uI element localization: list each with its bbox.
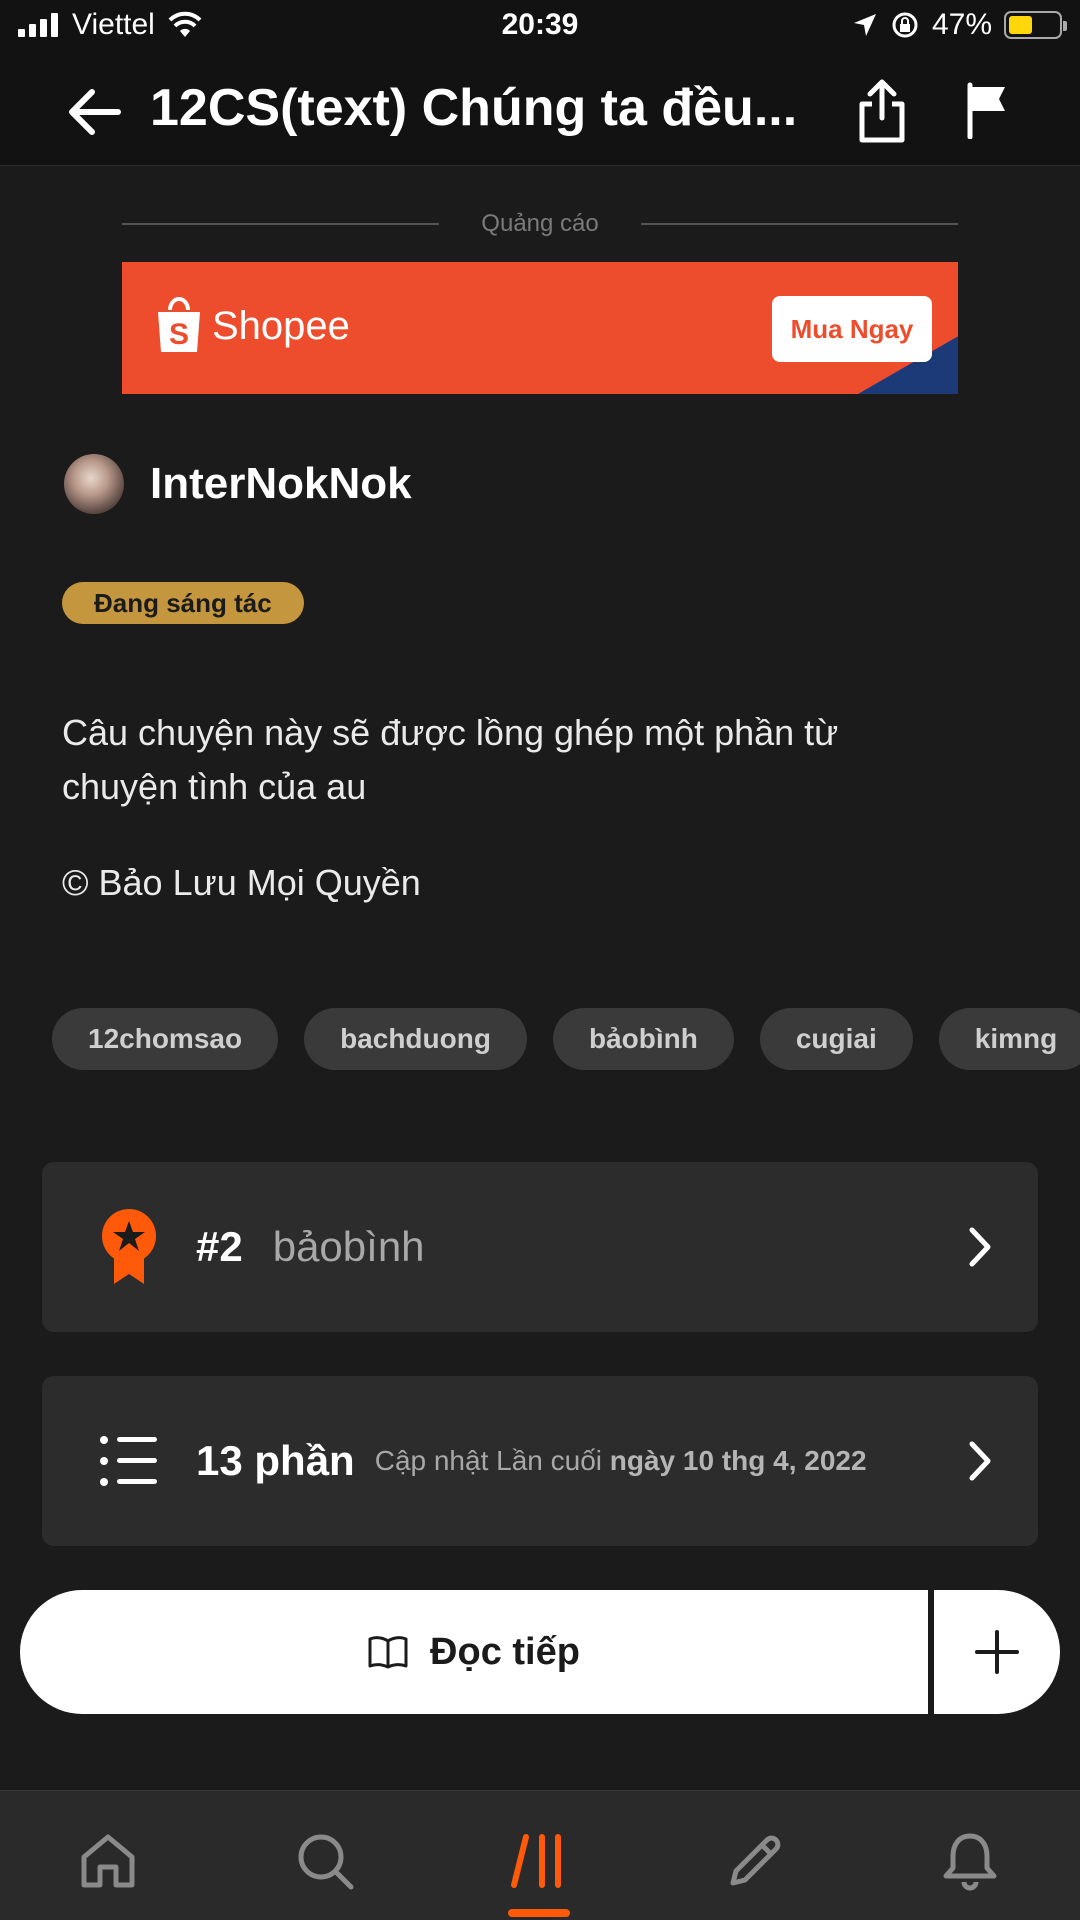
copyright-text: © Bảo Lưu Mọi Quyền: [62, 862, 421, 903]
rotation-lock-icon: [892, 12, 918, 38]
divider: [122, 223, 440, 225]
nav-library[interactable]: [500, 1821, 580, 1901]
tag-chip[interactable]: kimng: [938, 1008, 1080, 1070]
ad-banner[interactable]: S Shopee Mua Ngay: [122, 262, 958, 394]
tag-chip[interactable]: bảobình: [552, 1008, 734, 1070]
parts-count: 13 phần: [196, 1437, 355, 1484]
arrow-left-icon: [69, 89, 121, 135]
ad-label-row: Quảng cáo: [122, 206, 959, 242]
tag-chip[interactable]: cugiai: [759, 1008, 913, 1070]
tag-chip[interactable]: bachduong: [304, 1008, 527, 1070]
bottom-nav: [0, 1790, 1080, 1920]
battery-icon: [1004, 11, 1067, 39]
write-icon: [730, 1835, 781, 1886]
nav-home[interactable]: [68, 1821, 148, 1901]
svg-text:S: S: [169, 318, 189, 351]
ad-cta-button[interactable]: Mua Ngay: [772, 296, 932, 362]
battery-percent: 47%: [931, 8, 992, 41]
chevron-right-icon: [969, 1441, 991, 1481]
home-icon: [81, 1834, 135, 1888]
share-button[interactable]: [852, 76, 912, 146]
card-icon: [94, 1208, 164, 1286]
shopee-bag-icon: S: [158, 297, 200, 352]
last-updated-label: Cập nhật Lần cuối: [374, 1445, 602, 1476]
continue-reading-button[interactable]: Đọc tiếp: [20, 1590, 928, 1714]
story-description: Câu chuyện này sẽ được lồng ghép một phầ…: [62, 712, 839, 807]
location-icon: [853, 14, 876, 36]
parts-card[interactable]: 13 phần Cập nhật Lần cuối ngày 10 thg 4,…: [42, 1376, 1038, 1546]
ranking-card[interactable]: #2 bảobình: [42, 1162, 1038, 1332]
ad-brand: Shopee: [212, 304, 350, 348]
nav-notifications[interactable]: [930, 1821, 1010, 1901]
author-row[interactable]: InterNokNok: [64, 454, 412, 514]
rank-number: #2: [196, 1223, 243, 1270]
share-icon: [859, 79, 905, 143]
active-tab-indicator: [508, 1909, 570, 1917]
nav-write[interactable]: [715, 1821, 795, 1901]
ad-label: Quảng cáo: [481, 210, 599, 237]
story-title: 12CS(text) Chúng ta đều...: [150, 79, 798, 137]
add-to-library-button[interactable]: [934, 1590, 1060, 1714]
tag-chip[interactable]: 12chomsao: [52, 1008, 279, 1070]
battery-fill: [1009, 16, 1032, 34]
status-bar-right: 47%: [852, 8, 1067, 42]
library-icon: [511, 1834, 561, 1888]
status-badge: Đang sáng tác: [62, 582, 304, 624]
notifications-icon: [943, 1833, 997, 1891]
author-name[interactable]: InterNokNok: [150, 459, 412, 509]
tag-list: 12chomsao bachduong bảobình cugiai kimng: [52, 1008, 1080, 1070]
chevron-right-icon: [969, 1227, 991, 1267]
back-button[interactable]: [62, 80, 126, 144]
card-icon: [94, 1434, 164, 1488]
divider: [640, 223, 959, 225]
last-updated-date: ngày 10 thg 4, 2022: [609, 1445, 867, 1476]
title-bar: 12CS(text) Chúng ta đều...: [0, 56, 1080, 166]
flag-icon: [967, 82, 1005, 139]
award-ribbon-icon: [102, 1209, 156, 1284]
report-button[interactable]: [960, 78, 1014, 142]
search-icon: [298, 1834, 354, 1890]
status-bar: Viettel 20:39 47%: [0, 0, 1080, 56]
rank-tag: bảobình: [272, 1223, 425, 1270]
nav-search[interactable]: [285, 1821, 365, 1901]
avatar[interactable]: [64, 454, 124, 514]
open-book-icon: [368, 1636, 408, 1669]
plus-icon: [975, 1630, 1019, 1674]
last-updated: Cập nhật Lần cuối ngày 10 thg 4, 2022: [375, 1445, 867, 1477]
continue-reading-label: Đọc tiếp: [430, 1630, 580, 1673]
list-icon: [100, 1436, 157, 1486]
